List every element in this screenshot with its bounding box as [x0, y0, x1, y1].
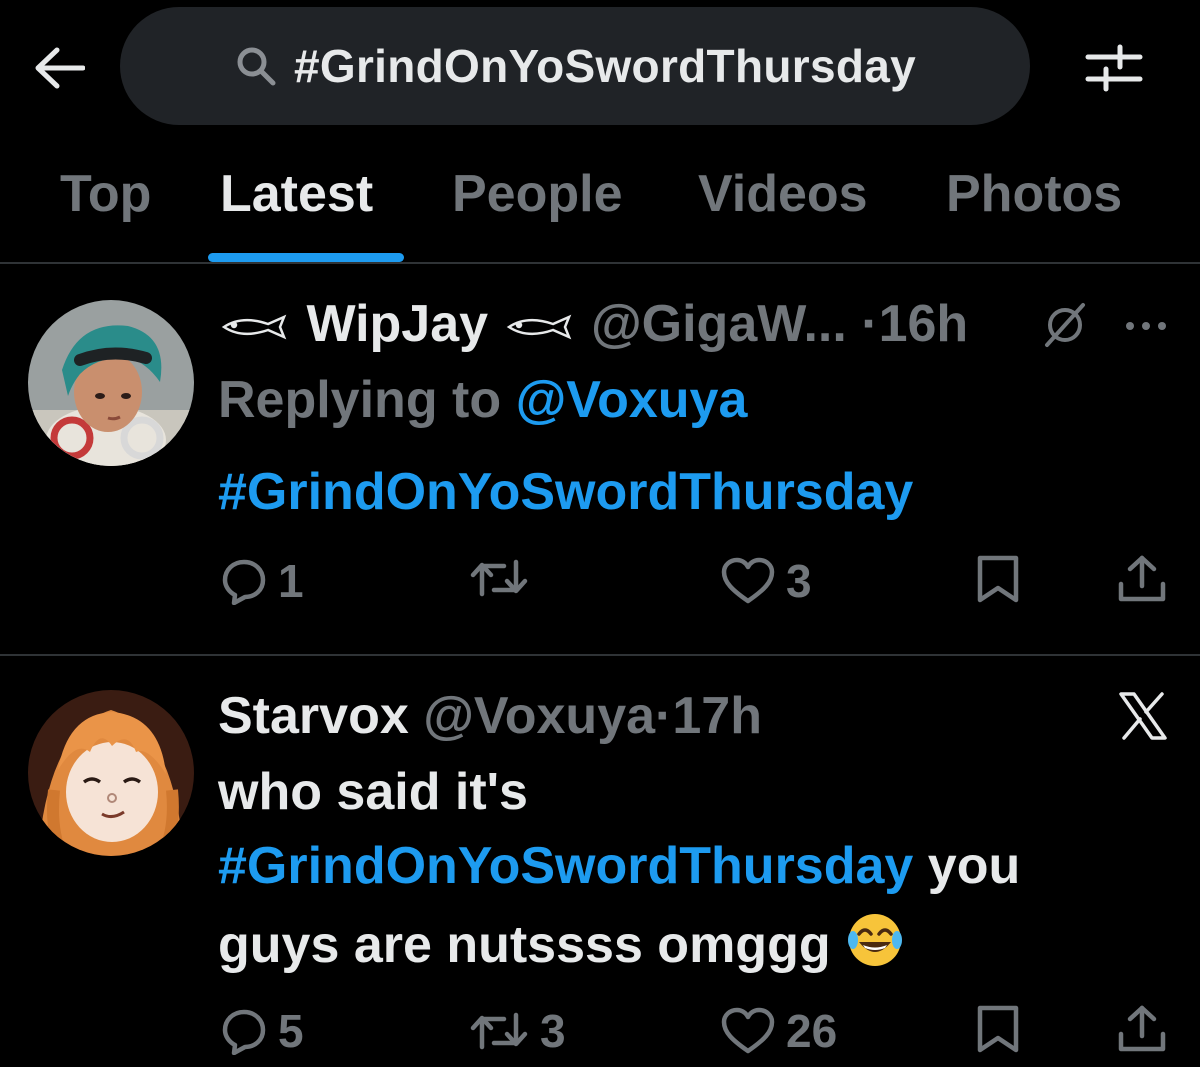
reply-icon: [222, 559, 266, 605]
handle[interactable]: @Voxuya: [423, 687, 655, 745]
filter-sliders-icon: [1085, 44, 1143, 92]
hashtag-link[interactable]: #GrindOnYoSwordThursday: [218, 463, 913, 521]
timestamp[interactable]: 17h: [672, 687, 762, 745]
x-logo: [1114, 688, 1172, 744]
fish-icon: [221, 314, 287, 340]
repost-icon: [470, 559, 528, 597]
post-text-line: who said it's: [218, 762, 528, 822]
post[interactable]: WipJay @GigaW... ·16h Replying to @Voxuy…: [0, 266, 1200, 656]
more-button[interactable]: [1122, 306, 1170, 346]
post-text: you: [913, 837, 1021, 895]
search-icon: [234, 44, 278, 88]
more-icon: [1126, 322, 1166, 330]
laughing-emoji-icon: [848, 914, 903, 966]
like-icon: [721, 1007, 775, 1054]
avatar[interactable]: [28, 300, 194, 466]
post-text-line: guys are nutssss omggg: [218, 910, 905, 975]
reply-count: 1: [278, 555, 304, 607]
repost-button[interactable]: [468, 554, 540, 602]
post-actions: 1 3: [0, 554, 1200, 614]
tab-photos[interactable]: Photos: [946, 164, 1122, 224]
tab-people[interactable]: People: [452, 164, 623, 224]
bookmark-button[interactable]: [974, 554, 1022, 604]
share-button[interactable]: [1116, 554, 1168, 604]
back-button[interactable]: [28, 40, 90, 96]
display-name[interactable]: WipJay: [306, 295, 488, 353]
grok-icon: [1045, 303, 1085, 347]
post-text: #GrindOnYoSwordThursday: [218, 462, 913, 522]
like-button[interactable]: 3: [720, 554, 812, 608]
search-query: #GrindOnYoSwordThursday: [294, 40, 916, 92]
replying-prefix: Replying to: [218, 371, 516, 429]
filter-button[interactable]: [1082, 38, 1146, 98]
tab-latest[interactable]: Latest: [220, 164, 373, 224]
repost-icon: [470, 1012, 528, 1050]
back-arrow-icon: [35, 47, 85, 89]
tab-videos[interactable]: Videos: [698, 164, 868, 224]
tab-top[interactable]: Top: [60, 164, 151, 224]
post-text: guys are nutssss omggg: [218, 916, 846, 974]
search-tabs: Top Latest People Videos Photos: [0, 150, 1200, 264]
post-header: WipJay @GigaW... ·16h: [218, 294, 968, 354]
reply-button[interactable]: 1: [220, 554, 304, 608]
like-count: 26: [786, 1005, 838, 1057]
handle[interactable]: @GigaW...: [591, 295, 847, 353]
bookmark-icon: [977, 1005, 1019, 1053]
x-logo-icon: [1119, 692, 1167, 740]
post-text-line: #GrindOnYoSwordThursday you: [218, 836, 1020, 896]
fish-icon: [506, 314, 571, 340]
mention-link[interactable]: @Voxuya: [516, 371, 748, 429]
like-icon: [721, 557, 775, 604]
search-input[interactable]: #GrindOnYoSwordThursday: [120, 7, 1030, 125]
grok-button[interactable]: [1040, 300, 1090, 350]
active-tab-indicator: [208, 253, 404, 262]
reply-count: 5: [278, 1005, 304, 1057]
separator: ·: [655, 687, 673, 745]
share-icon: [1118, 1005, 1166, 1052]
repost-button[interactable]: 3: [468, 1004, 566, 1058]
hashtag-link[interactable]: #GrindOnYoSwordThursday: [218, 837, 913, 895]
share-icon: [1118, 555, 1166, 602]
reply-button[interactable]: 5: [220, 1004, 304, 1058]
like-count: 3: [786, 555, 812, 607]
post-header: Starvox @Voxuya·17h: [218, 686, 762, 746]
replying-to: Replying to @Voxuya: [218, 370, 747, 430]
timestamp[interactable]: 16h: [879, 295, 969, 353]
post[interactable]: Starvox @Voxuya·17h who said it's #Grind…: [0, 658, 1200, 1067]
bookmark-button[interactable]: [974, 1004, 1022, 1054]
post-text: who said it's: [218, 763, 528, 821]
share-button[interactable]: [1116, 1004, 1168, 1054]
reply-icon: [222, 1009, 266, 1055]
bookmark-icon: [977, 555, 1019, 603]
repost-count: 3: [540, 1005, 566, 1057]
post-actions: 5 3 26: [0, 1004, 1200, 1064]
avatar[interactable]: [28, 690, 194, 856]
like-button[interactable]: 26: [720, 1004, 837, 1058]
display-name[interactable]: Starvox: [218, 687, 409, 745]
search-header: #GrindOnYoSwordThursday: [0, 0, 1200, 130]
separator: ·: [861, 295, 879, 353]
